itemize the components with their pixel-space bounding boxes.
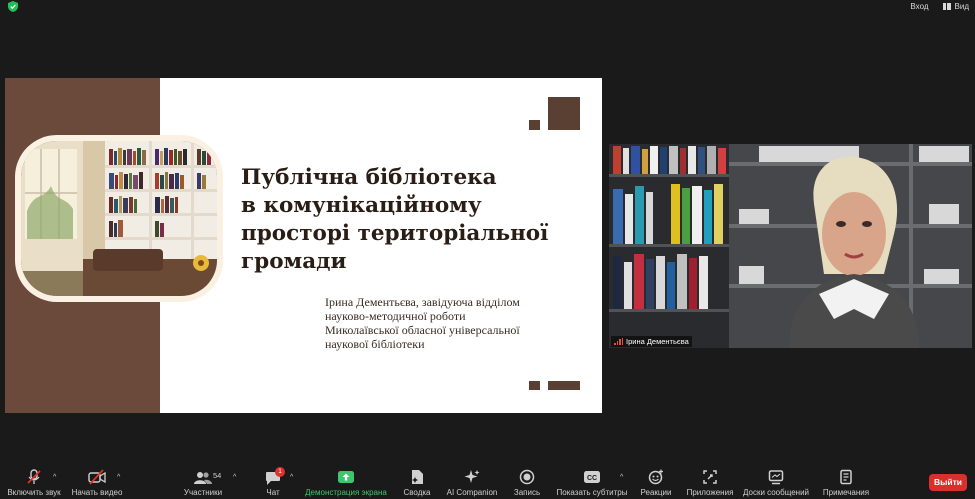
reactions-button[interactable]: Реакции [638, 466, 674, 499]
share-screen-icon [338, 471, 354, 483]
chat-options-caret[interactable]: ^ [290, 474, 293, 481]
summary-label: Сводка [403, 488, 431, 497]
participant-name-tag: Ірина Дементьєва [611, 336, 692, 347]
reactions-label: Реакции [640, 488, 672, 497]
record-label: Запись [513, 488, 541, 497]
show-captions-button[interactable]: CC Показать субтитры [556, 466, 628, 499]
slide-title-line: просторі територіальної [241, 221, 549, 246]
mic-muted-icon [27, 469, 41, 484]
participants-options-caret[interactable]: ^ [233, 474, 236, 481]
slide-author-line: Ірина Дементьєва, завідуюча відділом [325, 295, 520, 309]
participants-count: 54 [213, 471, 222, 480]
slide-title-line: Публічна бібліотека [241, 165, 497, 190]
svg-text:CC: CC [587, 475, 597, 482]
apps-icon [703, 470, 717, 484]
start-video-button[interactable]: Начать видео [66, 466, 128, 499]
view-button[interactable]: Вид [942, 1, 969, 11]
whiteboards-button[interactable]: Доски сообщений [742, 466, 810, 499]
chat-label: Чат [266, 488, 280, 497]
captions-options-caret[interactable]: ^ [620, 474, 623, 481]
ai-companion-button[interactable]: AI Companion [444, 466, 500, 499]
apps-label: Приложения [686, 488, 734, 497]
participant-name: Ірина Дементьєва [626, 337, 689, 346]
notes-label: Примечания [822, 488, 870, 497]
chat-unread-badge: 1 [275, 467, 285, 477]
deco-bar-wide [548, 381, 580, 390]
participants-button[interactable]: 54 Участники [180, 466, 226, 499]
summary-icon [412, 470, 423, 484]
unmute-label: Включить звук [7, 488, 61, 497]
record-icon [519, 469, 535, 485]
slide-author-info: Ірина Дементьєва, завідуюча відділом нау… [325, 295, 595, 351]
enter-button[interactable]: Вход [910, 2, 928, 11]
start-video-label: Начать видео [71, 488, 123, 497]
shared-screen-slide: Публічна бібліотека в комунікаційному пр… [5, 78, 602, 413]
share-screen-button[interactable]: Демонстрация экрана [302, 466, 390, 499]
record-button[interactable]: Запись [510, 466, 544, 499]
meeting-toolbar: Включить звук ^ Начать видео ^ 54 Участн… [0, 466, 975, 499]
view-grid-icon [942, 2, 951, 10]
notes-icon [840, 469, 852, 485]
captions-cc-icon: CC [584, 471, 600, 483]
notes-button[interactable]: Примечания [820, 466, 872, 499]
participants-label: Участники [183, 488, 223, 497]
deco-square-small [529, 120, 540, 130]
top-bar: Вход Вид [0, 0, 975, 14]
summary-button[interactable]: Сводка [398, 466, 436, 499]
slide-title-line: громади [241, 249, 347, 274]
share-screen-label: Демонстрация экрана [305, 488, 387, 497]
library-photo [21, 141, 217, 296]
apps-button[interactable]: Приложения [686, 466, 734, 499]
chat-button[interactable]: 1 Чат [258, 466, 288, 499]
audio-options-caret[interactable]: ^ [53, 474, 56, 481]
slide-author-line: наукової бібліотеки [325, 337, 425, 351]
video-off-icon [88, 469, 106, 485]
view-label: Вид [954, 1, 969, 11]
show-captions-label: Показать субтитры [556, 488, 628, 497]
slide-title: Публічна бібліотека в комунікаційному пр… [241, 164, 591, 276]
whiteboards-label: Доски сообщений [742, 488, 810, 497]
leave-meeting-button[interactable]: Выйти [929, 474, 967, 491]
emoji-reaction-icon [648, 469, 663, 485]
connection-signal-icon [614, 338, 623, 345]
deco-bar-small [529, 381, 540, 390]
participants-icon [194, 472, 212, 484]
deco-square-large [548, 97, 580, 130]
slide-photo-frame [15, 135, 223, 302]
slide-author-line: Миколаївської обласної універсальної [325, 323, 520, 337]
participant-video[interactable]: Ірина Дементьєва [609, 144, 972, 348]
slide-author-line: науково-методичної роботи [325, 309, 466, 323]
unmute-button[interactable]: Включить звук [0, 466, 68, 499]
whiteboard-icon [768, 470, 784, 485]
shield-icon[interactable] [8, 1, 18, 12]
slide-title-line: в комунікаційному [241, 193, 482, 218]
ai-sparkle-icon [464, 470, 480, 483]
ai-companion-label: AI Companion [446, 488, 498, 497]
video-options-caret[interactable]: ^ [117, 474, 120, 481]
